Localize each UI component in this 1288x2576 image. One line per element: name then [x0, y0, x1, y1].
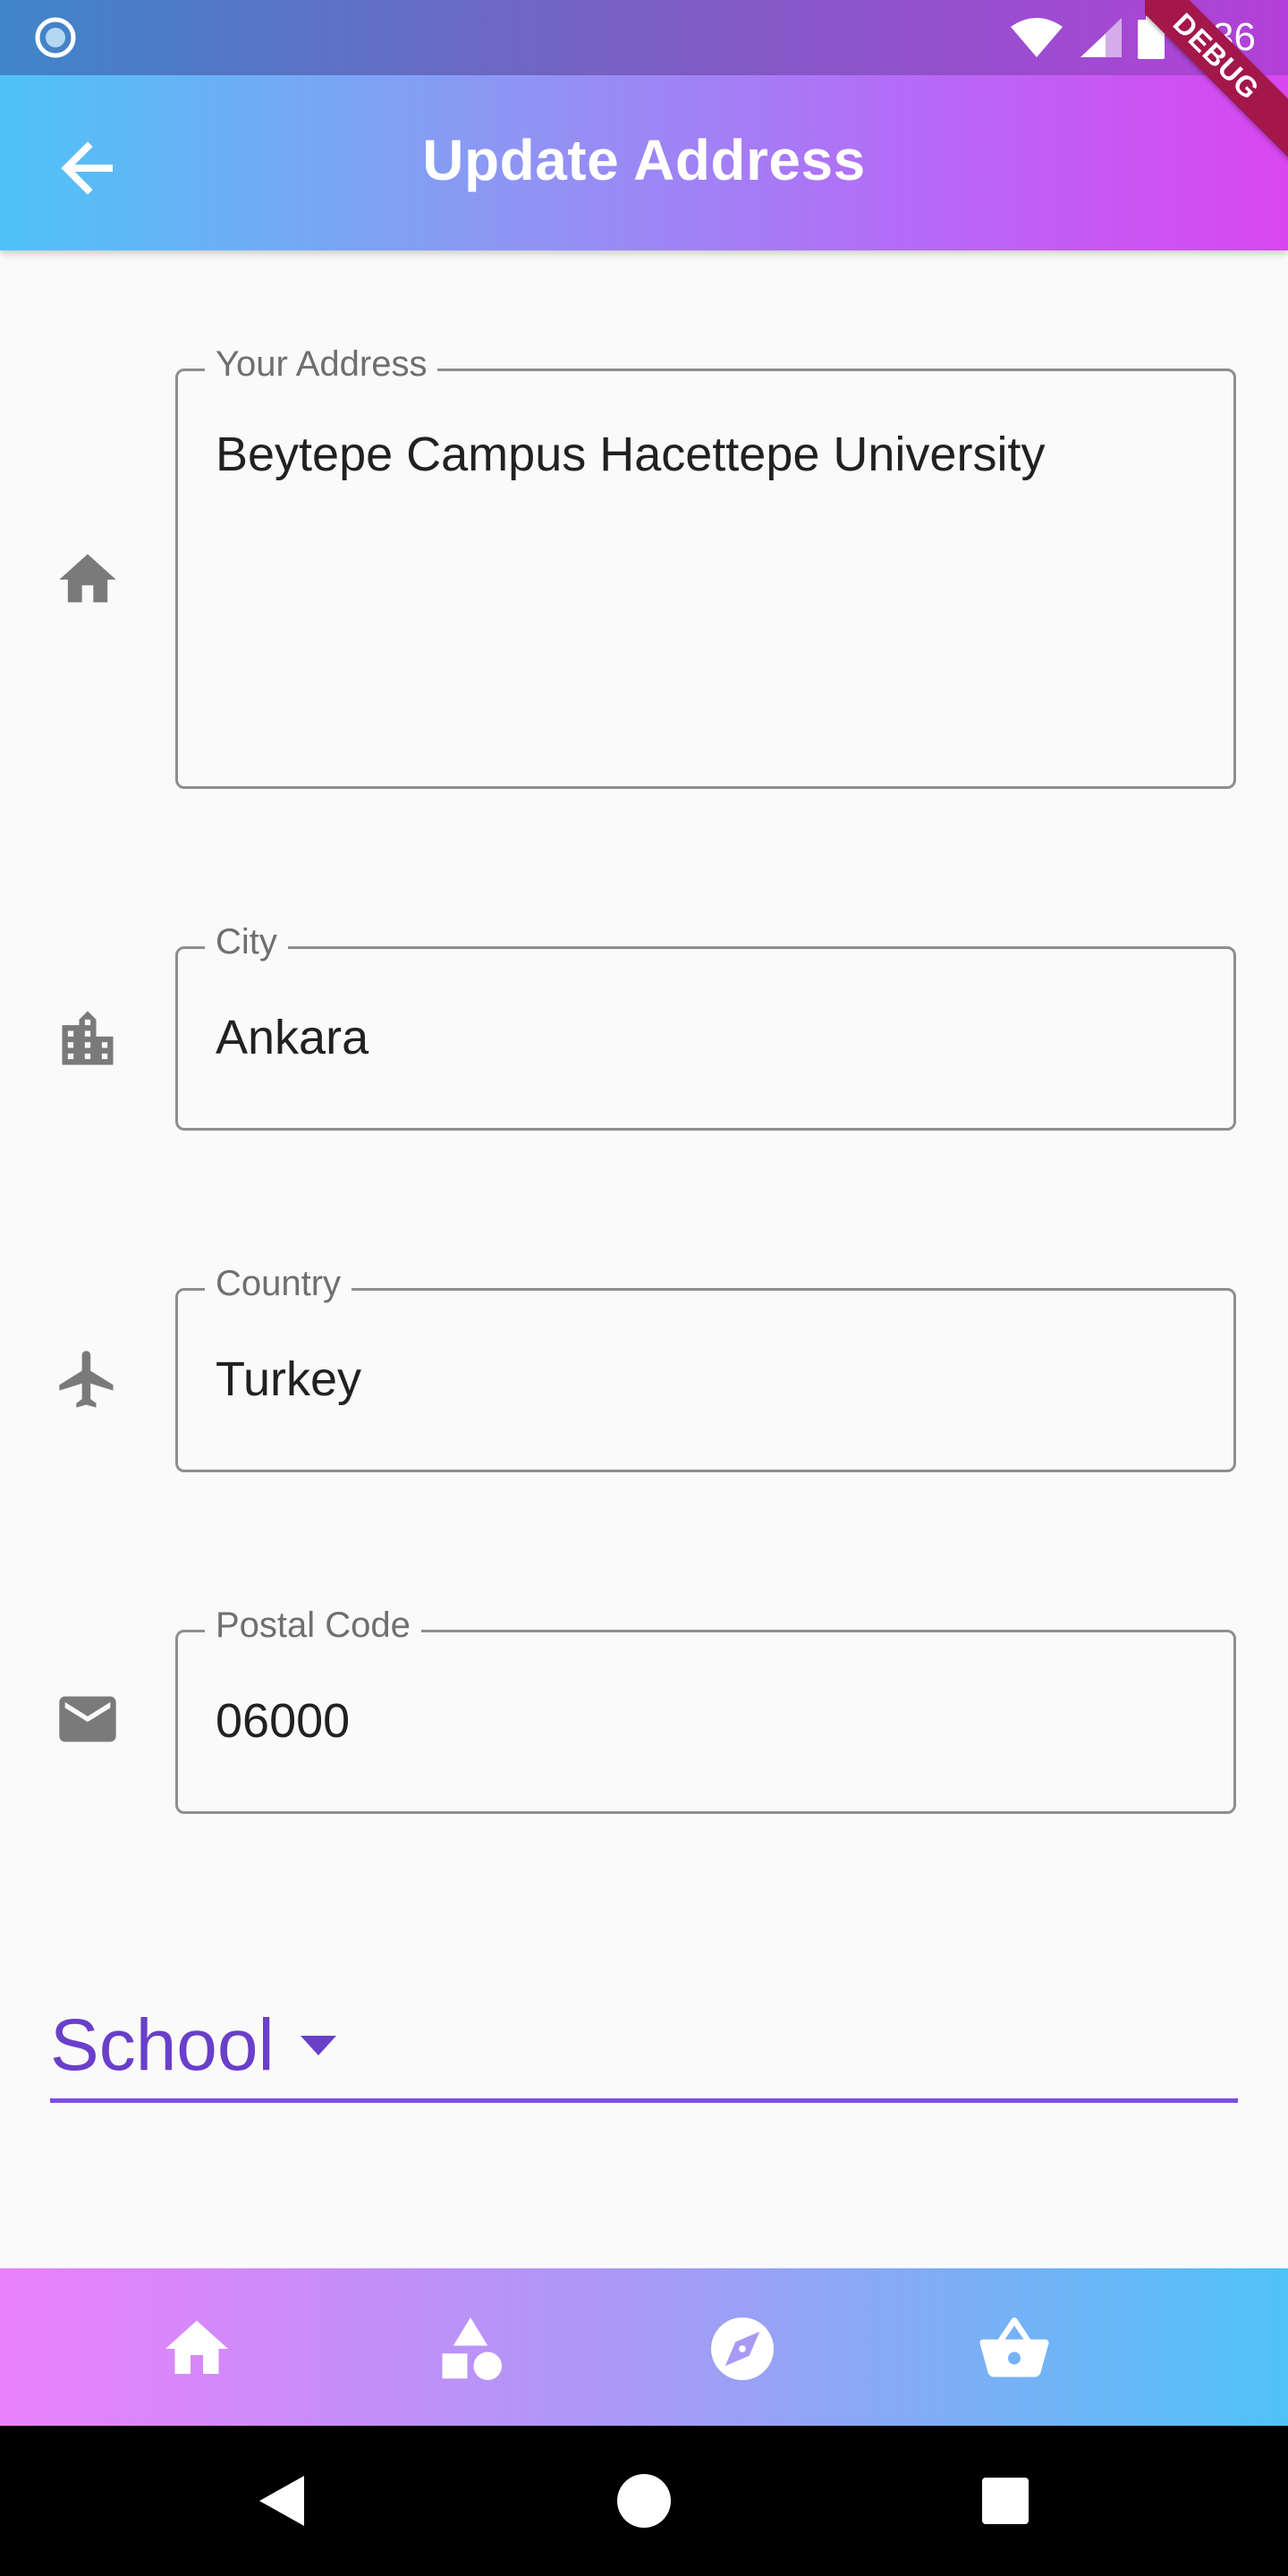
city-label: City [205, 922, 288, 962]
bottom-nav [0, 2268, 1288, 2426]
home-icon [54, 546, 122, 614]
debug-banner: DEBUG [1145, 0, 1288, 179]
app-bar: Update Address [0, 75, 1288, 250]
country-label: Country [205, 1264, 352, 1304]
country-field[interactable]: Country Turkey [175, 1264, 1236, 1472]
explore-icon[interactable] [705, 2311, 780, 2386]
address-type-selected: School [50, 2004, 275, 2086]
home-circle-icon[interactable] [615, 2472, 673, 2529]
location-city-icon [54, 1005, 122, 1073]
basket-icon[interactable] [977, 2311, 1052, 2386]
mail-icon [54, 1685, 122, 1753]
back-triangle-icon[interactable] [254, 2472, 311, 2529]
postal-code-field[interactable]: Postal Code 06000 [175, 1606, 1236, 1814]
notification-dot-icon [34, 16, 77, 59]
postal-code-label: Postal Code [205, 1606, 421, 1646]
address-type-dropdown[interactable]: School [50, 1995, 1238, 2103]
country-value: Turkey [216, 1352, 362, 1406]
debug-label: DEBUG [1145, 0, 1288, 166]
page-title: Update Address [422, 128, 866, 192]
airplane-icon [54, 1345, 122, 1413]
status-bar: 1:36 [0, 0, 1288, 75]
city-value: Ankara [216, 1011, 369, 1064]
system-nav-bar [0, 2426, 1288, 2576]
city-field[interactable]: City Ankara [175, 922, 1236, 1131]
address-field[interactable]: Your Address Beytepe Campus Hacettepe Un… [175, 344, 1236, 789]
signal-icon [1079, 16, 1123, 59]
wifi-icon [1009, 16, 1064, 59]
recents-square-icon[interactable] [977, 2472, 1034, 2529]
postal-code-value: 06000 [216, 1694, 351, 1748]
home-icon[interactable] [159, 2311, 234, 2386]
dropdown-arrow-icon [301, 2036, 336, 2057]
address-label: Your Address [205, 344, 438, 385]
category-icon[interactable] [433, 2311, 508, 2386]
address-value: Beytepe Campus Hacettepe University [216, 428, 1046, 481]
